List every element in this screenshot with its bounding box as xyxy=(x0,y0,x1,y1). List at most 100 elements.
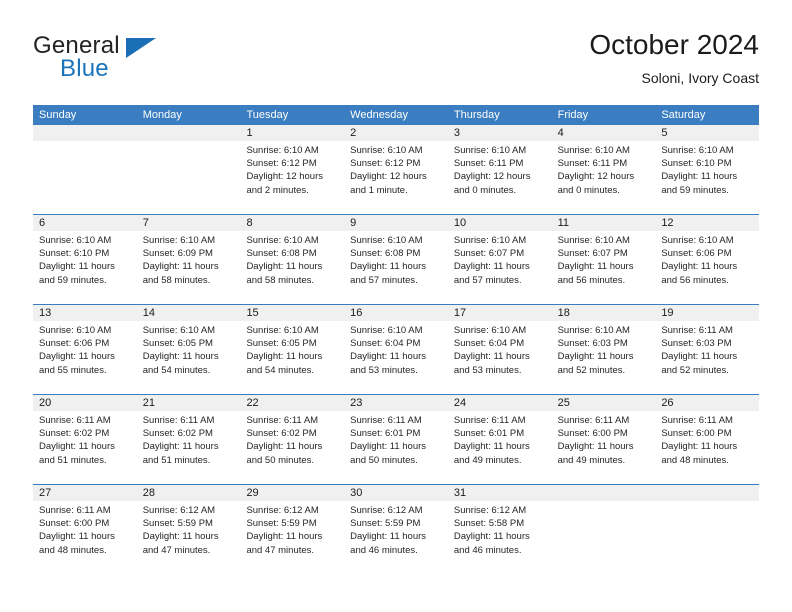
day-cell[interactable]: 11 Sunrise: 6:10 AM Sunset: 6:07 PM Dayligh… xyxy=(551,215,656,304)
daylight-text-line2: and 51 minutes. xyxy=(39,454,107,466)
day-cell[interactable]: 21 Sunrise: 6:11 AM Sunset: 6:02 PM Dayligh… xyxy=(136,395,241,484)
day-cell[interactable]: 31 Sunrise: 6:12 AM Sunset: 5:58 PM Dayligh… xyxy=(447,485,552,574)
day-details: Sunrise: 6:10 AM Sunset: 6:08 PM Daylight:… xyxy=(240,231,344,287)
daylight-text-line1: Daylight: 12 hours xyxy=(453,171,531,183)
daylight-text-line1: Daylight: 11 hours xyxy=(39,531,115,543)
day-cell[interactable]: 26 Sunrise: 6:11 AM Sunset: 6:00 PM Dayligh… xyxy=(655,395,760,484)
weekday-header-monday: Monday xyxy=(142,109,182,121)
sunset-text: Sunset: 6:02 PM xyxy=(142,428,213,440)
daylight-text-line1: Daylight: 12 hours xyxy=(350,171,427,183)
sunrise-text: Sunrise: 6:10 AM xyxy=(557,325,630,336)
day-cell[interactable]: 27 Sunrise: 6:11 AM Sunset: 6:00 PM Dayligh… xyxy=(33,485,137,574)
weekday-header-wednesday: Wednesday xyxy=(350,109,409,121)
day-details: Sunrise: 6:12 AM Sunset: 5:58 PM Daylight:… xyxy=(448,501,552,557)
sunrise-text: Sunrise: 6:10 AM xyxy=(142,235,216,246)
week-row: 6 Sunrise: 6:10 AM Sunset: 6:10 PM Daylight… xyxy=(33,214,760,304)
day-details xyxy=(33,141,137,144)
day-cell-empty xyxy=(136,125,241,214)
daylight-text-line1: Daylight: 11 hours xyxy=(246,261,323,273)
daylight-text-line1: Daylight: 11 hours xyxy=(142,351,219,363)
logo-triangle-icon xyxy=(126,38,156,58)
day-number: 15 xyxy=(240,305,345,321)
day-cell[interactable]: 24 Sunrise: 6:11 AM Sunset: 6:01 PM Dayligh… xyxy=(447,395,552,484)
daylight-text-line2: and 56 minutes. xyxy=(557,274,626,286)
day-cell[interactable]: 18 Sunrise: 6:10 AM Sunset: 6:03 PM Dayligh… xyxy=(551,305,656,394)
day-details xyxy=(655,501,759,504)
weekday-header-sunday: Sunday xyxy=(39,109,77,121)
day-cell[interactable]: 23 Sunrise: 6:11 AM Sunset: 6:01 PM Dayligh… xyxy=(344,395,448,484)
sunrise-text: Sunrise: 6:10 AM xyxy=(453,235,527,246)
day-cell[interactable]: 25 Sunrise: 6:11 AM Sunset: 6:00 PM Dayligh… xyxy=(551,395,656,484)
day-cell[interactable]: 29 Sunrise: 6:12 AM Sunset: 5:59 PM Dayligh… xyxy=(240,485,345,574)
day-number: 20 xyxy=(33,395,137,411)
sunset-text: Sunset: 6:04 PM xyxy=(453,338,525,350)
daylight-text-line1: Daylight: 11 hours xyxy=(246,441,323,453)
day-cell[interactable]: 12 Sunrise: 6:10 AM Sunset: 6:06 PM Dayligh… xyxy=(655,215,760,304)
day-cell[interactable]: 17 Sunrise: 6:10 AM Sunset: 6:04 PM Dayligh… xyxy=(447,305,552,394)
day-details: Sunrise: 6:10 AM Sunset: 6:06 PM Daylight:… xyxy=(655,231,759,287)
day-details: Sunrise: 6:10 AM Sunset: 6:04 PM Daylight:… xyxy=(344,321,448,377)
day-details: Sunrise: 6:10 AM Sunset: 6:04 PM Daylight:… xyxy=(448,321,552,377)
day-cell[interactable]: 16 Sunrise: 6:10 AM Sunset: 6:04 PM Dayligh… xyxy=(344,305,448,394)
day-cell[interactable]: 4 Sunrise: 6:10 AM Sunset: 6:11 PM Daylight… xyxy=(551,125,656,214)
daylight-text-line2: and 56 minutes. xyxy=(661,274,729,286)
sunrise-text: Sunrise: 6:10 AM xyxy=(350,235,423,246)
day-number: 27 xyxy=(33,485,137,501)
day-cell[interactable]: 2 Sunrise: 6:10 AM Sunset: 6:12 PM Daylight… xyxy=(344,125,448,214)
sunrise-text: Sunrise: 6:10 AM xyxy=(39,325,112,336)
day-number: 16 xyxy=(344,305,448,321)
day-cell[interactable]: 15 Sunrise: 6:10 AM Sunset: 6:05 PM Dayligh… xyxy=(240,305,345,394)
general-blue-logo[interactable]: General Blue xyxy=(33,30,233,86)
daylight-text-line2: and 59 minutes. xyxy=(661,184,729,196)
day-details: Sunrise: 6:10 AM Sunset: 6:11 PM Daylight:… xyxy=(552,141,656,197)
day-cell[interactable]: 6 Sunrise: 6:10 AM Sunset: 6:10 PM Daylight… xyxy=(33,215,137,304)
sunset-text: Sunset: 6:10 PM xyxy=(39,248,110,260)
sunrise-text: Sunrise: 6:10 AM xyxy=(350,325,423,336)
day-cell[interactable]: 20 Sunrise: 6:11 AM Sunset: 6:02 PM Dayligh… xyxy=(33,395,137,484)
day-cell[interactable]: 9 Sunrise: 6:10 AM Sunset: 6:08 PM Daylight… xyxy=(344,215,448,304)
day-cell[interactable]: 28 Sunrise: 6:12 AM Sunset: 5:59 PM Dayligh… xyxy=(136,485,241,574)
day-details: Sunrise: 6:10 AM Sunset: 6:11 PM Daylight:… xyxy=(448,141,552,197)
sunrise-text: Sunrise: 6:11 AM xyxy=(142,415,215,426)
sunrise-text: Sunrise: 6:11 AM xyxy=(246,415,319,426)
sunset-text: Sunset: 5:59 PM xyxy=(142,518,213,530)
day-number: 7 xyxy=(136,215,241,231)
sunrise-text: Sunrise: 6:11 AM xyxy=(39,415,111,426)
daylight-text-line1: Daylight: 11 hours xyxy=(350,441,427,453)
day-cell[interactable]: 10 Sunrise: 6:10 AM Sunset: 6:07 PM Dayligh… xyxy=(447,215,552,304)
day-number: 6 xyxy=(33,215,137,231)
sunset-text: Sunset: 6:02 PM xyxy=(246,428,317,440)
day-number: 1 xyxy=(240,125,345,141)
day-number: 24 xyxy=(447,395,552,411)
daylight-text-line1: Daylight: 12 hours xyxy=(246,171,324,183)
sunrise-text: Sunrise: 6:10 AM xyxy=(557,145,630,156)
sunrise-text: Sunrise: 6:10 AM xyxy=(142,325,216,336)
day-cell[interactable]: 30 Sunrise: 6:12 AM Sunset: 5:59 PM Dayligh… xyxy=(344,485,448,574)
sunset-text: Sunset: 6:05 PM xyxy=(246,338,317,350)
daylight-text-line1: Daylight: 11 hours xyxy=(350,351,427,363)
day-cell[interactable]: 19 Sunrise: 6:11 AM Sunset: 6:03 PM Dayligh… xyxy=(655,305,760,394)
day-number: 31 xyxy=(447,485,552,501)
daylight-text-line2: and 59 minutes. xyxy=(39,274,107,286)
day-cell[interactable]: 8 Sunrise: 6:10 AM Sunset: 6:08 PM Daylight… xyxy=(240,215,345,304)
logo-text-blue: Blue xyxy=(60,55,109,82)
daylight-text-line1: Daylight: 11 hours xyxy=(246,351,323,363)
day-cell[interactable]: 5 Sunrise: 6:10 AM Sunset: 6:10 PM Daylight… xyxy=(655,125,760,214)
day-cell[interactable]: 22 Sunrise: 6:11 AM Sunset: 6:02 PM Dayligh… xyxy=(240,395,345,484)
weekday-header-thursday: Thursday xyxy=(453,109,500,121)
day-details: Sunrise: 6:10 AM Sunset: 6:07 PM Daylight:… xyxy=(552,231,656,287)
day-cell[interactable]: 7 Sunrise: 6:10 AM Sunset: 6:09 PM Daylight… xyxy=(136,215,241,304)
day-details: Sunrise: 6:11 AM Sunset: 6:02 PM Daylight:… xyxy=(240,411,344,467)
day-details: Sunrise: 6:10 AM Sunset: 6:05 PM Daylight:… xyxy=(240,321,344,377)
sunrise-text: Sunrise: 6:10 AM xyxy=(661,235,734,246)
day-number: 14 xyxy=(136,305,241,321)
day-cell[interactable]: 13 Sunrise: 6:10 AM Sunset: 6:06 PM Dayligh… xyxy=(33,305,137,394)
day-cell[interactable]: 3 Sunrise: 6:10 AM Sunset: 6:11 PM Daylight… xyxy=(447,125,552,214)
day-number: 11 xyxy=(551,215,656,231)
daylight-text-line1: Daylight: 11 hours xyxy=(661,261,738,273)
sunrise-text: Sunrise: 6:12 AM xyxy=(142,505,216,516)
daylight-text-line2: and 46 minutes. xyxy=(350,544,418,556)
week-row: 1 Sunrise: 6:10 AM Sunset: 6:12 PM Daylight… xyxy=(33,125,760,214)
day-cell[interactable]: 1 Sunrise: 6:10 AM Sunset: 6:12 PM Daylight… xyxy=(240,125,345,214)
day-cell[interactable]: 14 Sunrise: 6:10 AM Sunset: 6:05 PM Dayligh… xyxy=(136,305,241,394)
